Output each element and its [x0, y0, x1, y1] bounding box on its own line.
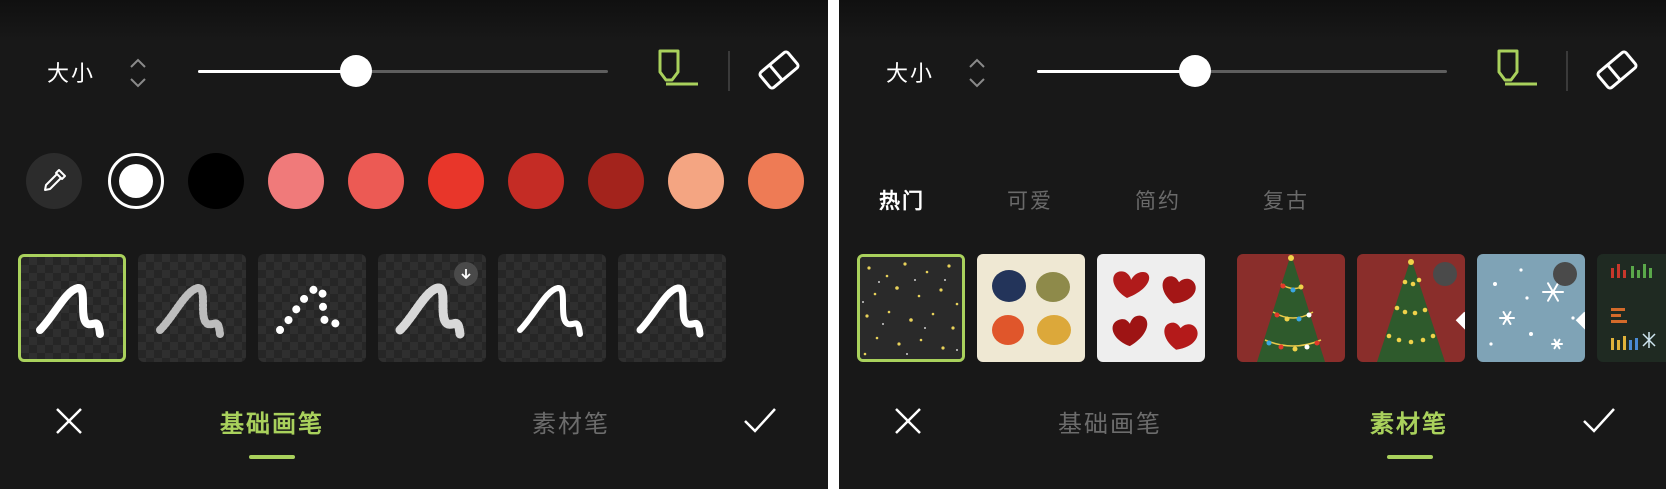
color-pink[interactable]: [268, 153, 324, 209]
christmas-tree-lights-material[interactable]: [1357, 254, 1465, 362]
color-picker-button[interactable]: [26, 153, 82, 209]
marker-icon[interactable]: [1489, 46, 1537, 94]
size-slider-fill: [1037, 70, 1195, 73]
eraser-icon[interactable]: [755, 46, 803, 94]
tool-divider: [728, 51, 730, 91]
close-button[interactable]: [890, 403, 926, 439]
color-black[interactable]: [188, 153, 244, 209]
size-slider-knob[interactable]: [340, 55, 372, 87]
check-icon: [1583, 408, 1615, 433]
close-icon: [895, 408, 921, 434]
hearts-material[interactable]: [1097, 254, 1205, 362]
check-icon: [744, 408, 776, 433]
top-shade: [0, 0, 828, 40]
color-dark-red[interactable]: [508, 153, 564, 209]
basic-brush-panel: 大小 基础画笔 素材笔: [0, 0, 828, 489]
tab-basic-brush[interactable]: 基础画笔: [220, 404, 324, 439]
color-maroon[interactable]: [588, 153, 644, 209]
material-brush-panel: 大小 热门 可爱 简约 复古 基础画笔 素材笔: [839, 0, 1666, 489]
category-cute[interactable]: 可爱: [1007, 185, 1053, 215]
tab-material-brush[interactable]: 素材笔: [532, 404, 610, 439]
download-icon[interactable]: [1433, 262, 1465, 330]
size-label: 大小: [886, 62, 935, 87]
tool-divider: [1566, 51, 1568, 91]
size-slider-knob[interactable]: [1179, 55, 1211, 87]
snowflake-material[interactable]: [1477, 254, 1585, 362]
color-orange[interactable]: [748, 153, 804, 209]
pixel-pattern-material[interactable]: [1597, 254, 1666, 362]
category-simple[interactable]: 简约: [1135, 185, 1181, 215]
close-icon: [56, 408, 82, 434]
category-retro[interactable]: 复古: [1263, 185, 1309, 215]
download-icon[interactable]: [454, 262, 478, 286]
tab-material-brush[interactable]: 素材笔: [1370, 404, 1448, 439]
confirm-button[interactable]: [742, 403, 778, 439]
christmas-tree-material[interactable]: [1237, 254, 1345, 362]
active-tab-indicator: [249, 455, 295, 459]
top-shade: [839, 0, 1666, 40]
sparkle-material[interactable]: [857, 254, 965, 362]
tab-basic-brush[interactable]: 基础画笔: [1058, 404, 1162, 439]
size-label: 大小: [47, 62, 96, 87]
solid-brush[interactable]: [18, 254, 126, 362]
marker-brush[interactable]: [618, 254, 726, 362]
size-slider-fill: [198, 70, 356, 73]
confirm-button[interactable]: [1581, 403, 1617, 439]
pencil-brush[interactable]: [138, 254, 246, 362]
category-hot[interactable]: 热门: [879, 185, 925, 215]
size-stepper-icon[interactable]: [967, 53, 987, 93]
size-slider[interactable]: [198, 55, 608, 87]
calligraphy-brush[interactable]: [498, 254, 606, 362]
color-red[interactable]: [428, 153, 484, 209]
download-icon[interactable]: [1553, 262, 1585, 330]
color-dots-material[interactable]: [977, 254, 1085, 362]
marker-icon[interactable]: [650, 46, 698, 94]
active-tab-indicator: [1387, 455, 1433, 459]
color-white-selected[interactable]: [108, 153, 164, 209]
eyedropper-icon: [44, 169, 66, 191]
size-stepper-icon[interactable]: [128, 53, 148, 93]
color-coral[interactable]: [348, 153, 404, 209]
color-peach[interactable]: [668, 153, 724, 209]
dotted-brush[interactable]: [258, 254, 366, 362]
size-slider[interactable]: [1037, 55, 1447, 87]
crayon-brush[interactable]: [378, 254, 486, 362]
eraser-icon[interactable]: [1593, 46, 1641, 94]
close-button[interactable]: [51, 403, 87, 439]
